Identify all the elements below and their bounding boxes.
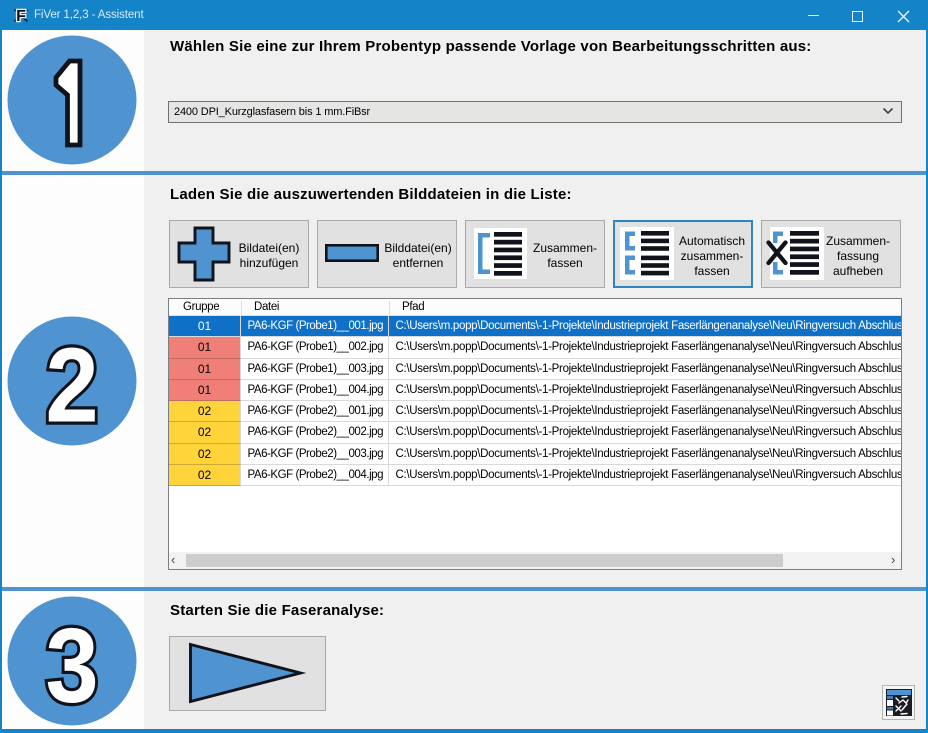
svg-text:3: 3 bbox=[45, 607, 98, 725]
svg-text:2: 2 bbox=[45, 327, 98, 445]
svg-text:F: F bbox=[16, 8, 26, 25]
